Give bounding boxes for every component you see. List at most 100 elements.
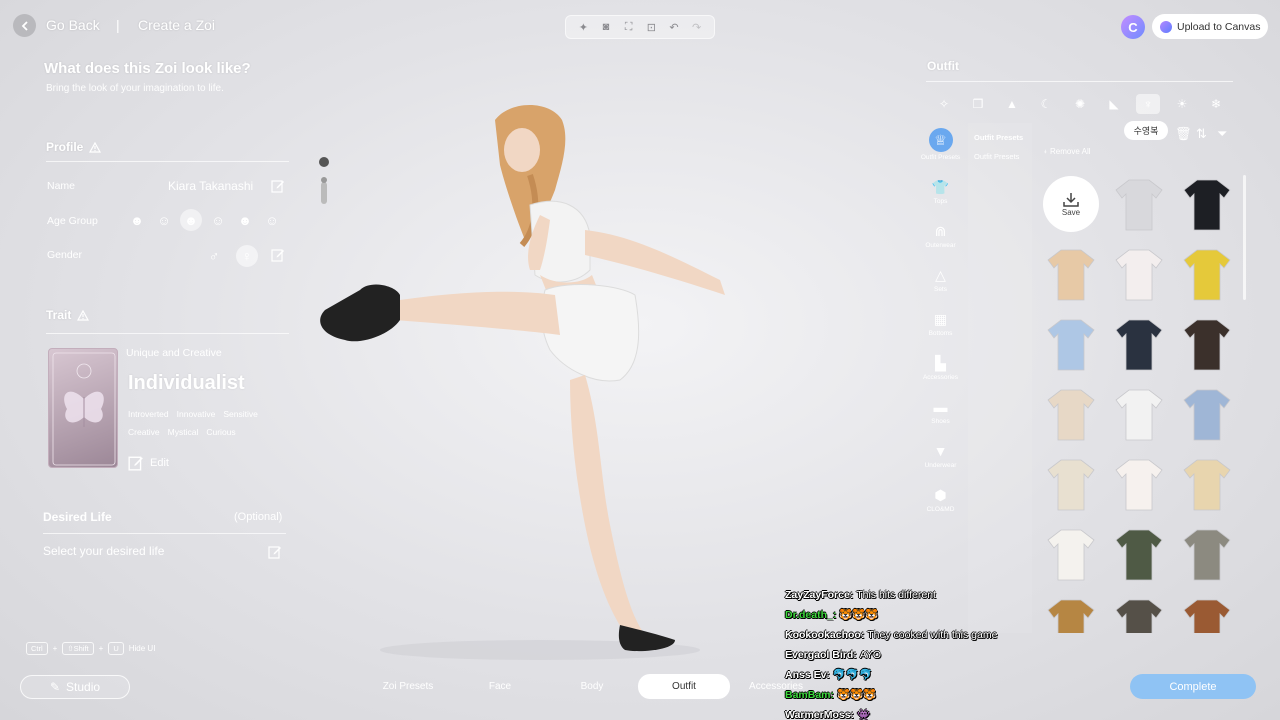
side-outerwear[interactable]: ⋒ Outerwear bbox=[918, 222, 963, 250]
side-tops[interactable]: 👕 Tops bbox=[918, 178, 963, 206]
edit-desired-icon[interactable] bbox=[268, 545, 282, 559]
trash-icon[interactable]: 🗑 bbox=[1175, 126, 1192, 142]
chat-username: Evergaol Bird: bbox=[785, 649, 860, 661]
age-teen-icon[interactable]: ☻ bbox=[180, 209, 202, 231]
outfit-item[interactable] bbox=[1176, 523, 1238, 585]
user-avatar[interactable]: C bbox=[1121, 15, 1145, 39]
gender-label: Gender bbox=[47, 249, 83, 261]
side-clo-md[interactable]: ⬢ CLO&MD bbox=[918, 486, 963, 514]
tab-body[interactable]: Body bbox=[546, 674, 638, 699]
preset-item[interactable]: Outfit Presets bbox=[968, 142, 1032, 161]
chat-text: 🐬🐬🐬 bbox=[832, 669, 873, 681]
side-shoes[interactable]: ▬ Shoes bbox=[918, 398, 963, 425]
tab-zoi-presets[interactable]: Zoi Presets bbox=[362, 674, 454, 699]
snowflake-icon[interactable]: ❄ bbox=[1204, 94, 1228, 114]
outfit-item[interactable] bbox=[1040, 243, 1102, 305]
side-label: Underwear bbox=[924, 462, 957, 469]
outfit-item[interactable] bbox=[1108, 593, 1170, 633]
character-model[interactable] bbox=[300, 95, 760, 665]
undo-icon[interactable]: ↶ bbox=[667, 20, 681, 34]
complete-button[interactable]: Complete bbox=[1130, 674, 1256, 699]
male-icon[interactable]: ♂ bbox=[203, 245, 225, 267]
outfit-scrollbar[interactable] bbox=[1243, 175, 1246, 300]
remove-all-button[interactable]: ⍖ Remove All bbox=[1043, 147, 1091, 157]
dress-icon: △ bbox=[935, 266, 946, 283]
remove-all-label: Remove All bbox=[1050, 147, 1091, 156]
header-separator: | bbox=[116, 17, 120, 33]
trait-tag: Innovative bbox=[176, 409, 216, 419]
sparkle-icon[interactable]: ✦ bbox=[576, 20, 590, 34]
sun-icon[interactable]: ☀ bbox=[1170, 94, 1194, 114]
garment-icon bbox=[1115, 599, 1163, 633]
chat-text: AYO bbox=[859, 649, 882, 661]
trait-edit-button[interactable]: Edit bbox=[128, 455, 169, 471]
outfit-item[interactable] bbox=[1176, 383, 1238, 445]
side-outfit-presets[interactable]: ♕ Outfit Presets bbox=[918, 128, 963, 161]
camera-icon[interactable]: ◙ bbox=[599, 20, 613, 34]
garment-icon bbox=[1115, 319, 1163, 371]
outfit-item[interactable] bbox=[1108, 383, 1170, 445]
go-back-link[interactable]: Go Back bbox=[46, 17, 100, 33]
hide-ui-label: Hide UI bbox=[128, 644, 156, 653]
outfit-item[interactable] bbox=[1176, 593, 1238, 633]
redo-icon[interactable]: ↷ bbox=[690, 20, 704, 34]
outfit-item[interactable] bbox=[1108, 453, 1170, 515]
chat-text: They cooked with this game bbox=[867, 629, 998, 641]
age-middle-icon[interactable]: ☻ bbox=[234, 209, 256, 231]
swimwear-icon[interactable]: ♆ bbox=[1136, 94, 1160, 114]
side-bottoms[interactable]: ▦ Bottoms bbox=[918, 310, 963, 338]
outfit-item[interactable] bbox=[1040, 453, 1102, 515]
garment-icon bbox=[1183, 389, 1231, 441]
desired-life-select[interactable]: Select your desired life bbox=[43, 544, 164, 558]
side-label: Accessories bbox=[922, 374, 959, 381]
moon-icon[interactable]: ☾ bbox=[1034, 94, 1058, 114]
sparkle-icon[interactable]: ✧ bbox=[932, 94, 956, 114]
party-icon[interactable]: ✺ bbox=[1068, 94, 1092, 114]
upload-to-canvas-button[interactable]: Upload to Canvas bbox=[1152, 14, 1268, 39]
outfit-item[interactable] bbox=[1108, 173, 1170, 235]
side-accessories[interactable]: ▙ Accessories bbox=[918, 354, 963, 382]
gift-icon[interactable]: ❒ bbox=[966, 94, 990, 114]
age-elder-icon[interactable]: ☺ bbox=[261, 209, 283, 231]
outfit-item[interactable] bbox=[1040, 313, 1102, 375]
garment-icon bbox=[1183, 249, 1231, 301]
garment-icon bbox=[1115, 389, 1163, 441]
focus-icon[interactable]: ⊡ bbox=[644, 20, 658, 34]
chat-text: 👾 bbox=[856, 709, 871, 720]
outfit-item[interactable] bbox=[1040, 383, 1102, 445]
filter-icon[interactable]: ⏷ bbox=[1217, 126, 1227, 142]
outfit-item[interactable] bbox=[1176, 243, 1238, 305]
edit-name-icon[interactable] bbox=[271, 179, 285, 193]
save-button[interactable]: Save bbox=[1043, 176, 1099, 232]
sport-icon[interactable]: ◣ bbox=[1102, 94, 1126, 114]
presets-list: Outfit Presets Outfit Presets bbox=[968, 123, 1032, 633]
trait-card-image[interactable] bbox=[48, 348, 118, 468]
frame-icon[interactable]: ⛶ bbox=[622, 20, 636, 34]
preset-item[interactable]: Outfit Presets bbox=[968, 123, 1032, 142]
tab-outfit[interactable]: Outfit bbox=[638, 674, 730, 699]
age-child-icon[interactable]: ☺ bbox=[153, 209, 175, 231]
age-adult-icon[interactable]: ☺ bbox=[207, 209, 229, 231]
outfit-item[interactable] bbox=[1040, 523, 1102, 585]
studio-button[interactable]: ✎ Studio bbox=[20, 675, 130, 699]
butterfly-icon bbox=[52, 352, 116, 466]
graduation-cap-icon[interactable]: ▲ bbox=[1000, 94, 1024, 114]
trait-tag: Creative bbox=[128, 427, 160, 437]
side-underwear[interactable]: ▼ Underwear bbox=[918, 442, 963, 469]
sort-icon[interactable]: ⇅ bbox=[1196, 126, 1207, 142]
outfit-item[interactable] bbox=[1176, 453, 1238, 515]
trait-name: Individualist bbox=[128, 372, 245, 394]
side-sets[interactable]: △ Sets bbox=[918, 266, 963, 294]
age-group-label: Age Group bbox=[47, 215, 98, 227]
female-icon[interactable]: ♀ bbox=[236, 245, 258, 267]
edit-gender-icon[interactable] bbox=[271, 248, 285, 262]
age-infant-icon[interactable]: ☻ bbox=[126, 209, 148, 231]
shirt-icon: 👕 bbox=[931, 178, 950, 195]
outfit-item[interactable] bbox=[1108, 313, 1170, 375]
outfit-item[interactable] bbox=[1176, 313, 1238, 375]
back-button[interactable] bbox=[13, 14, 36, 37]
tab-face[interactable]: Face bbox=[454, 674, 546, 699]
outfit-item[interactable] bbox=[1176, 173, 1238, 235]
outfit-item[interactable] bbox=[1108, 243, 1170, 305]
outfit-item[interactable] bbox=[1108, 523, 1170, 585]
